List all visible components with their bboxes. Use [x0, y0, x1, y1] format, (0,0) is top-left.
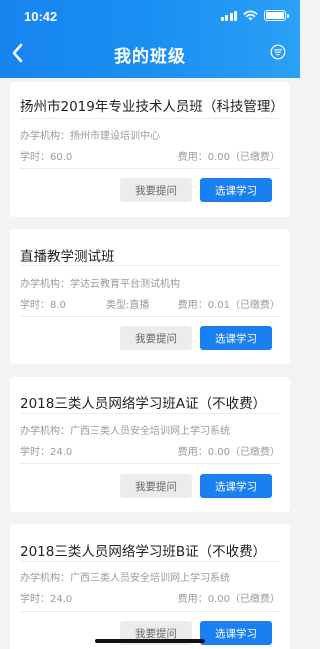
status-bar: 10:42 [0, 0, 300, 34]
divider [20, 316, 280, 317]
class-type: 类型:直播 [106, 296, 149, 311]
hours-label: 学时： [20, 152, 50, 163]
class-fee: 费用：0.00（已缴费） [178, 148, 280, 163]
org-value: 广西三类人员安全培训网上学习系统 [70, 573, 230, 584]
divider [20, 611, 280, 612]
filter-icon[interactable] [270, 44, 286, 60]
class-title: 直播教学测试班 [20, 249, 115, 265]
org-value: 扬州市建设培训中心 [70, 131, 160, 142]
ask-question-button[interactable]: 我要提问 [120, 474, 192, 498]
org-label: 办学机构： [20, 279, 70, 290]
org-label: 办学机构： [20, 426, 70, 437]
hours-value: 60.0 [50, 152, 73, 163]
fee-value: 0.00（已缴费） [207, 152, 280, 163]
class-card[interactable]: 扬州市2019年专业技术人员班（科技管理） 办学机构：扬州市建设培训中心 学时：… [10, 82, 290, 217]
class-card[interactable]: 直播教学测试班 办学机构：学达云教育平台测试机构 学时：8.0 类型:直播 费用… [10, 229, 290, 364]
divider [20, 561, 280, 562]
class-hours: 学时：60.0 [20, 148, 72, 163]
org-label: 办学机构： [20, 573, 70, 584]
app-header: 10:42 我的班级 [0, 0, 300, 78]
class-title: 扬州市2019年专业技术人员班（科技管理） [20, 99, 284, 115]
divider [20, 118, 280, 119]
fee-label: 费用： [177, 447, 208, 458]
class-meta: 学时：24.0 费用：0.00（已缴费） [20, 590, 280, 605]
class-hours: 学时：8.0 [20, 296, 66, 311]
class-fee: 费用：0.00（已缴费） [178, 443, 280, 458]
class-title: 2018三类人员网络学习班B证（不收费） [20, 544, 267, 560]
hours-value: 8.0 [50, 300, 66, 311]
fee-label: 费用： [177, 594, 208, 605]
select-course-button[interactable]: 选课学习 [200, 621, 272, 645]
select-course-button[interactable]: 选课学习 [200, 474, 272, 498]
class-fee: 费用：0.00（已缴费） [178, 590, 280, 605]
class-org: 办学机构：广西三类人员安全培训网上学习系统 [20, 569, 230, 584]
class-title: 2018三类人员网络学习班A证（不收费） [20, 396, 267, 412]
home-indicator[interactable] [95, 639, 205, 643]
org-value: 学达云教育平台测试机构 [70, 279, 180, 290]
fee-value: 0.00（已缴费） [207, 447, 280, 458]
type-value: 直播 [129, 300, 150, 311]
status-icons [220, 10, 289, 21]
hours-label: 学时： [20, 447, 50, 458]
page-title: 我的班级 [114, 47, 186, 67]
class-org: 办学机构：学达云教育平台测试机构 [20, 275, 180, 290]
nav-bar: 我的班级 [0, 34, 300, 72]
wifi-icon [243, 10, 258, 21]
class-meta: 学时：8.0 类型:直播 费用：0.01（已缴费） [20, 296, 280, 311]
divider [20, 168, 280, 169]
class-fee: 费用：0.01（已缴费） [178, 296, 280, 311]
signal-icon [220, 10, 237, 21]
class-hours: 学时：24.0 [20, 443, 72, 458]
select-course-button[interactable]: 选课学习 [200, 178, 272, 202]
fee-label: 费用： [177, 300, 208, 311]
class-org: 办学机构：扬州市建设培训中心 [20, 127, 160, 142]
class-hours: 学时：24.0 [20, 590, 72, 605]
hours-label: 学时： [20, 300, 50, 311]
class-meta: 学时：60.0 费用：0.00（已缴费） [20, 148, 280, 163]
type-label: 类型: [106, 300, 130, 311]
org-label: 办学机构： [20, 131, 70, 142]
divider [20, 265, 280, 266]
org-value: 广西三类人员安全培训网上学习系统 [70, 426, 230, 437]
fee-value: 0.01（已缴费） [207, 300, 280, 311]
class-org: 办学机构：广西三类人员安全培训网上学习系统 [20, 422, 230, 437]
class-meta: 学时：24.0 费用：0.00（已缴费） [20, 443, 280, 458]
hours-label: 学时： [20, 594, 50, 605]
status-time: 10:42 [24, 9, 58, 24]
divider [20, 413, 280, 414]
ask-question-button[interactable]: 我要提问 [120, 178, 192, 202]
class-card[interactable]: 2018三类人员网络学习班B证（不收费） 办学机构：广西三类人员安全培训网上学习… [10, 524, 290, 649]
fee-value: 0.00（已缴费） [207, 594, 280, 605]
divider [20, 463, 280, 464]
class-card[interactable]: 2018三类人员网络学习班A证（不收费） 办学机构：广西三类人员安全培训网上学习… [10, 377, 290, 512]
hours-value: 24.0 [50, 447, 73, 458]
hours-value: 24.0 [50, 594, 73, 605]
ask-question-button[interactable]: 我要提问 [120, 326, 192, 350]
fee-label: 费用： [177, 152, 208, 163]
select-course-button[interactable]: 选课学习 [200, 326, 272, 350]
battery-icon [264, 10, 289, 21]
